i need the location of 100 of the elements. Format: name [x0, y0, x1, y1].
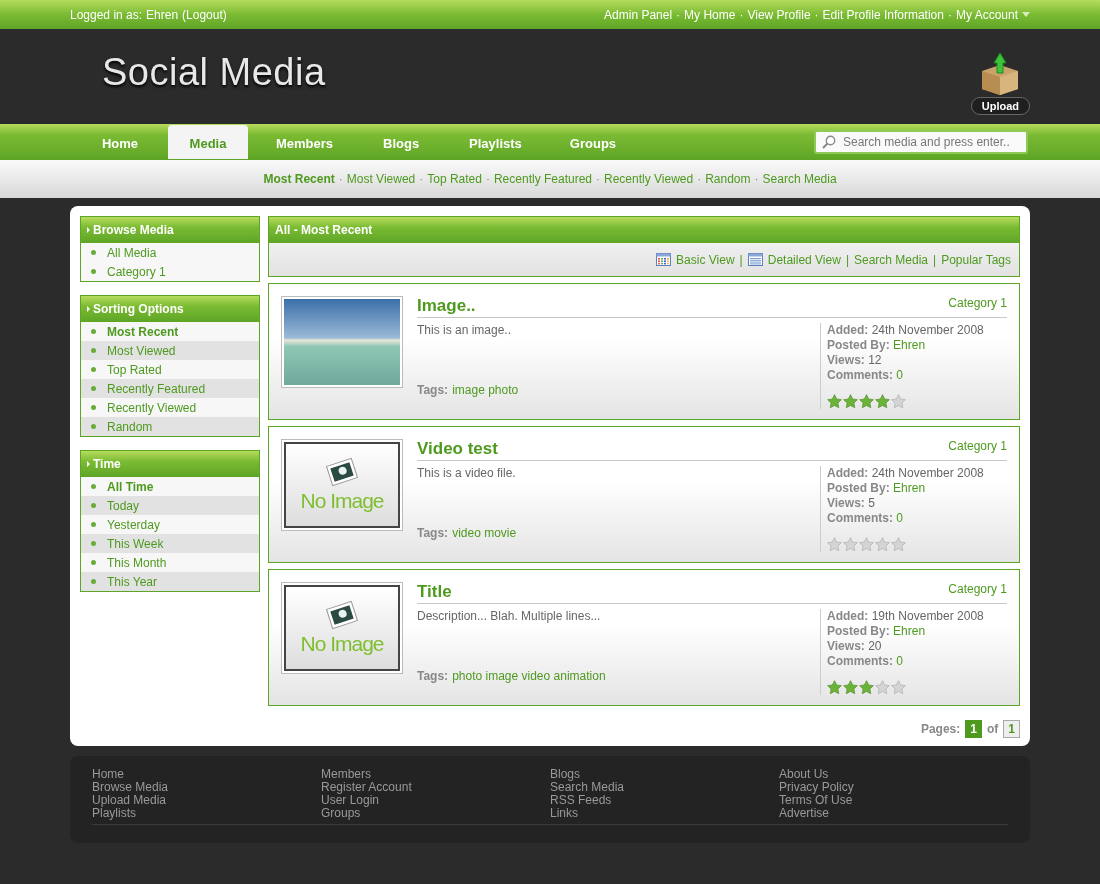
meta-link[interactable]: Ehren: [893, 624, 926, 638]
media-title[interactable]: Title: [417, 582, 452, 602]
footer-link[interactable]: Links: [550, 807, 578, 820]
tags-link[interactable]: image photo: [452, 383, 519, 397]
search-icon: [822, 135, 836, 149]
sidebar-item[interactable]: All Time: [81, 477, 259, 496]
meta-link[interactable]: 0: [896, 368, 904, 382]
meta-link[interactable]: 0: [896, 511, 904, 525]
separator: |: [739, 252, 743, 267]
footer-link[interactable]: Register Account: [321, 781, 412, 794]
footer-link[interactable]: Blogs: [550, 768, 581, 781]
bullet-icon: [91, 386, 96, 391]
sub-nav-link[interactable]: Most Viewed: [346, 172, 416, 186]
footer-link[interactable]: Browse Media: [92, 781, 169, 794]
current-page[interactable]: 1: [965, 720, 982, 738]
tags-link[interactable]: photo image video animation: [452, 669, 606, 683]
sidebar-item[interactable]: Most Viewed: [81, 341, 259, 360]
bullet-icon: [91, 405, 96, 410]
footer-link[interactable]: Playlists: [92, 807, 136, 820]
account-link[interactable]: My Account: [955, 7, 1018, 22]
meta-label: Views:: [827, 353, 865, 367]
separator: ·: [676, 7, 681, 22]
account-link[interactable]: Edit Profile Information: [822, 7, 944, 22]
meta-label: Views:: [827, 496, 865, 510]
footer-link[interactable]: Home: [92, 768, 124, 781]
footer-link[interactable]: User Login: [321, 794, 380, 807]
nav-tab[interactable]: Members: [256, 124, 354, 160]
footer-link[interactable]: Advertise: [779, 807, 830, 820]
tags-link[interactable]: video movie: [452, 526, 517, 540]
media-title[interactable]: Image..: [417, 296, 476, 316]
sidebar-item[interactable]: This Year: [81, 572, 259, 591]
view-link[interactable]: Detailed View: [767, 252, 841, 267]
sidebar-item[interactable]: This Month: [81, 553, 259, 572]
sub-nav-link[interactable]: Random: [705, 172, 751, 186]
search-field[interactable]: Search media and press enter..: [814, 130, 1028, 154]
view-link[interactable]: Popular Tags: [941, 252, 1011, 267]
view-link[interactable]: Search Media: [854, 252, 929, 267]
sidebar-item[interactable]: Top Rated: [81, 360, 259, 379]
meta-link[interactable]: Ehren: [893, 481, 926, 495]
user-link[interactable]: Ehren: [146, 7, 179, 22]
star-icon: [891, 537, 906, 552]
star-icon: [827, 680, 842, 695]
footer-link[interactable]: Groups: [321, 807, 361, 820]
bullet-icon: [91, 367, 96, 372]
sidebar-item[interactable]: Recently Featured: [81, 379, 259, 398]
nav-tab[interactable]: Blogs: [361, 124, 442, 160]
separator: |: [845, 252, 849, 267]
sidebar-item[interactable]: This Week: [81, 534, 259, 553]
sub-nav-link[interactable]: Recently Featured: [493, 172, 592, 186]
category-link[interactable]: Category 1: [948, 296, 1007, 310]
meta-label: Added:: [827, 609, 869, 623]
footer-link[interactable]: Privacy Policy: [779, 781, 854, 794]
media-description: This is a video file.: [417, 466, 517, 480]
upload-button[interactable]: Upload: [970, 96, 1030, 115]
sidebar-item[interactable]: Recently Viewed: [81, 398, 259, 417]
last-page[interactable]: 1: [1003, 720, 1020, 738]
sidebar-item[interactable]: Most Recent: [81, 322, 259, 341]
category-link[interactable]: Category 1: [948, 439, 1007, 453]
box-title: All - Most Recent: [275, 223, 373, 237]
star-icon: [827, 537, 842, 552]
meta-label: Posted By:: [827, 338, 890, 352]
box-title: Sorting Options: [93, 302, 184, 316]
sidebar-item[interactable]: Category 1: [81, 262, 259, 281]
account-link[interactable]: Admin Panel: [604, 7, 673, 22]
sidebar-item[interactable]: Random: [81, 417, 259, 436]
sidebar-item[interactable]: Yesterday: [81, 515, 259, 534]
sub-nav-link[interactable]: Most Recent: [263, 172, 335, 186]
thumbnail-frame[interactable]: No Image: [281, 582, 403, 674]
footer-link[interactable]: About Us: [779, 768, 829, 781]
separator: ·: [596, 172, 600, 186]
sidebar-item[interactable]: All Media: [81, 243, 259, 262]
nav-tab[interactable]: Playlists: [449, 124, 542, 160]
sub-nav-link[interactable]: Recently Viewed: [604, 172, 694, 186]
media-title[interactable]: Video test: [417, 439, 498, 459]
category-link[interactable]: Category 1: [948, 582, 1007, 596]
footer-link[interactable]: RSS Feeds: [550, 794, 612, 807]
footer-link[interactable]: Search Media: [550, 781, 625, 794]
site-logo[interactable]: Social Media: [102, 51, 326, 94]
box-title: Browse Media: [93, 223, 174, 237]
no-image-text: No Image: [300, 489, 384, 513]
thumbnail-frame[interactable]: No Image: [281, 439, 403, 531]
nav-tab[interactable]: Groups: [549, 124, 637, 160]
sub-nav-link[interactable]: Top Rated: [427, 172, 482, 186]
account-link[interactable]: View Profile: [747, 7, 811, 22]
star-icon: [859, 680, 874, 695]
footer-link[interactable]: Terms Of Use: [779, 794, 853, 807]
meta-link[interactable]: 0: [896, 654, 904, 668]
meta-label: Added:: [827, 466, 869, 480]
footer-link[interactable]: Upload Media: [92, 794, 167, 807]
sidebar-item[interactable]: Today: [81, 496, 259, 515]
meta-value: 5: [868, 496, 875, 510]
logout-link[interactable]: (Logout): [182, 7, 227, 22]
meta-link[interactable]: Ehren: [893, 338, 926, 352]
account-link[interactable]: My Home: [684, 7, 736, 22]
view-link[interactable]: Basic View: [676, 252, 735, 267]
nav-tab[interactable]: Media: [168, 125, 248, 159]
nav-tab[interactable]: Home: [80, 124, 160, 160]
sub-nav-link[interactable]: Search Media: [762, 172, 837, 186]
footer-link[interactable]: Members: [321, 768, 371, 781]
bullet-icon: [91, 560, 96, 565]
